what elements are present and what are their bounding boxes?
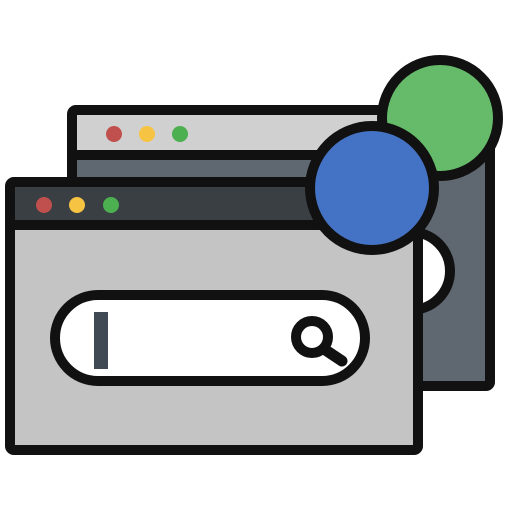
back-window-minimize-dot — [139, 126, 155, 142]
back-window-maximize-dot — [172, 126, 188, 142]
back-window-close-dot — [106, 126, 122, 142]
search-bar[interactable] — [50, 290, 370, 386]
text-caret — [94, 312, 108, 369]
front-window-close-dot — [36, 197, 52, 213]
blue-status-badge — [305, 121, 439, 255]
front-window-maximize-dot — [103, 197, 119, 213]
browser-windows-illustration — [0, 0, 512, 512]
front-window-minimize-dot — [69, 197, 85, 213]
illustration-canvas — [5, 55, 503, 455]
